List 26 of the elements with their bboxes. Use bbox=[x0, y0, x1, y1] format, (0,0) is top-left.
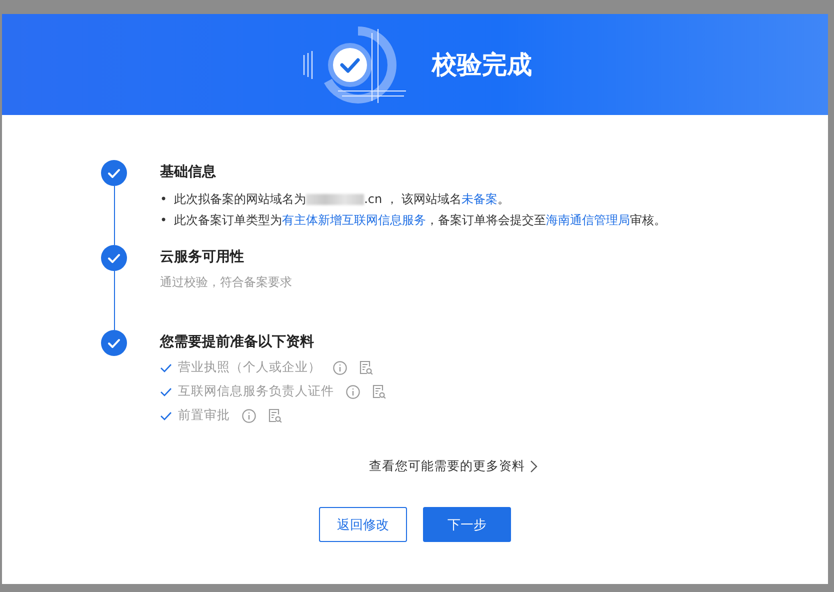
next-button[interactable]: 下一步 bbox=[423, 507, 511, 542]
document-search-icon[interactable] bbox=[359, 360, 373, 375]
bullet-mark: • bbox=[160, 212, 168, 229]
step-title: 云服务可用性 bbox=[160, 248, 245, 266]
step-title: 您需要提前准备以下资料 bbox=[160, 333, 315, 351]
bullet-mark: • bbox=[160, 191, 168, 208]
document-search-icon[interactable] bbox=[268, 408, 282, 423]
more-materials-link[interactable]: 查看您可能需要的更多资料 bbox=[369, 458, 525, 475]
info-icon[interactable] bbox=[242, 408, 256, 422]
material-label: 前置审批 bbox=[178, 407, 230, 424]
chevron-right-icon bbox=[530, 460, 538, 473]
info-icon[interactable] bbox=[333, 360, 347, 374]
blurred-domain bbox=[306, 194, 364, 206]
document-search-icon[interactable] bbox=[372, 384, 386, 399]
info-link[interactable]: 有主体新增互联网信息服务 bbox=[282, 213, 426, 227]
material-label: 营业执照（个人或企业） bbox=[178, 359, 321, 376]
info-icon[interactable] bbox=[346, 384, 360, 398]
step-description: 通过校验，符合备案要求 bbox=[160, 274, 292, 291]
info-link[interactable]: 海南通信管理局 bbox=[546, 213, 630, 227]
material-label: 互联网信息服务负责人证件 bbox=[178, 383, 334, 400]
back-button[interactable]: 返回修改 bbox=[319, 507, 407, 542]
step-title: 基础信息 bbox=[160, 163, 217, 181]
info-sentence: 此次备案订单类型为有主体新增互联网信息服务，备案订单将会提交至海南通信管理局审核。 bbox=[174, 212, 666, 229]
info-link[interactable]: 未备案 bbox=[462, 192, 498, 206]
info-sentence: 此次拟备案的网站域名为 .cn ， 该网站域名未备案。 bbox=[174, 191, 510, 208]
dialog-title: 校验完成 bbox=[432, 49, 532, 81]
